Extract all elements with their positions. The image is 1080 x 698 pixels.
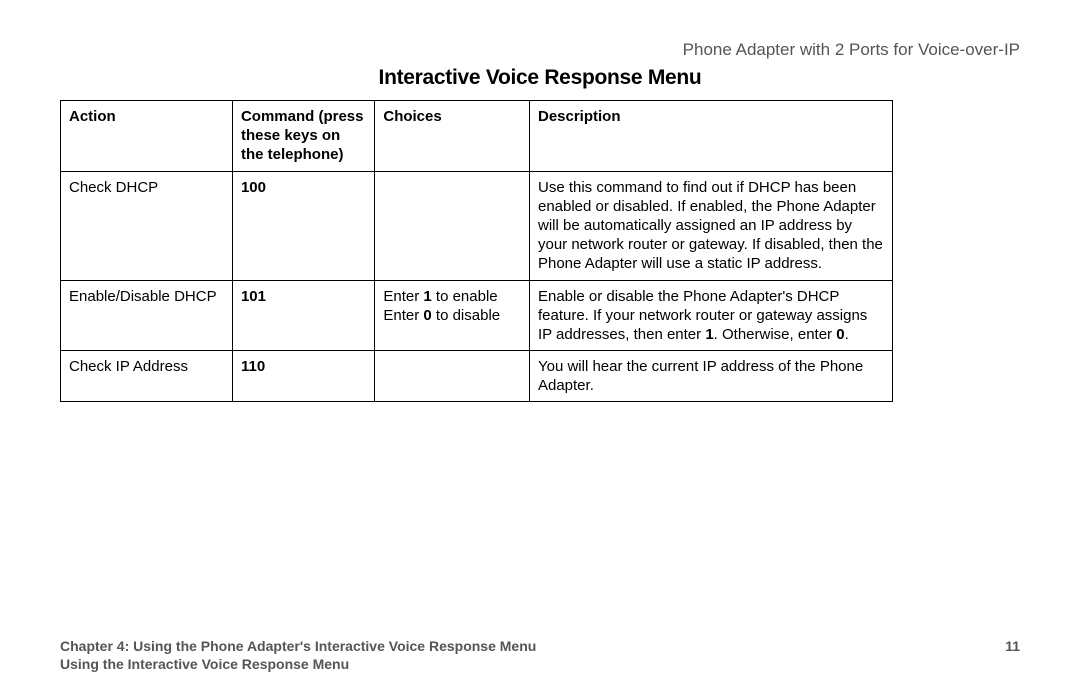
th-command: Command (press these keys on the telepho…	[232, 101, 374, 172]
cell-description: You will hear the current IP address of …	[529, 351, 892, 402]
desc-text: .	[845, 326, 849, 343]
cell-command: 110	[232, 351, 374, 402]
th-description: Description	[529, 101, 892, 172]
cell-choices	[375, 351, 530, 402]
cell-description: Enable or disable the Phone Adapter's DH…	[529, 280, 892, 351]
choices-text: Enter	[383, 288, 423, 305]
choices-text: to disable	[432, 307, 500, 324]
footer-section: Using the Interactive Voice Response Men…	[60, 656, 1020, 672]
table-row: Check DHCP 100 Use this command to find …	[61, 171, 893, 280]
cell-choices	[375, 171, 530, 280]
th-action: Action	[61, 101, 233, 172]
product-header: Phone Adapter with 2 Ports for Voice-ove…	[60, 40, 1020, 60]
choices-bold: 0	[423, 307, 431, 324]
cell-command: 101	[232, 280, 374, 351]
cell-description: Use this command to find out if DHCP has…	[529, 171, 892, 280]
desc-text: . Otherwise, enter	[714, 326, 837, 343]
choices-bold: 1	[423, 288, 431, 305]
table-row: Enable/Disable DHCP 101 Enter 1 to enabl…	[61, 280, 893, 351]
ivr-table: Action Command (press these keys on the …	[60, 100, 893, 402]
page-title: Interactive Voice Response Menu	[60, 66, 1020, 90]
cell-action: Check IP Address	[61, 351, 233, 402]
footer-page-number: 11	[1005, 638, 1020, 654]
footer-chapter: Chapter 4: Using the Phone Adapter's Int…	[60, 638, 536, 654]
table-header-row: Action Command (press these keys on the …	[61, 101, 893, 172]
cmd-value: 110	[241, 358, 265, 375]
desc-bold: 1	[705, 326, 713, 343]
th-choices: Choices	[375, 101, 530, 172]
page-footer: Chapter 4: Using the Phone Adapter's Int…	[60, 638, 1020, 672]
cell-command: 100	[232, 171, 374, 280]
cmd-value: 100	[241, 179, 266, 196]
cell-choices: Enter 1 to enable Enter 0 to disable	[375, 280, 530, 351]
cell-action: Check DHCP	[61, 171, 233, 280]
cell-action: Enable/Disable DHCP	[61, 280, 233, 351]
cmd-value: 101	[241, 288, 266, 305]
desc-bold: 0	[836, 326, 844, 343]
table-row: Check IP Address 110 You will hear the c…	[61, 351, 893, 402]
